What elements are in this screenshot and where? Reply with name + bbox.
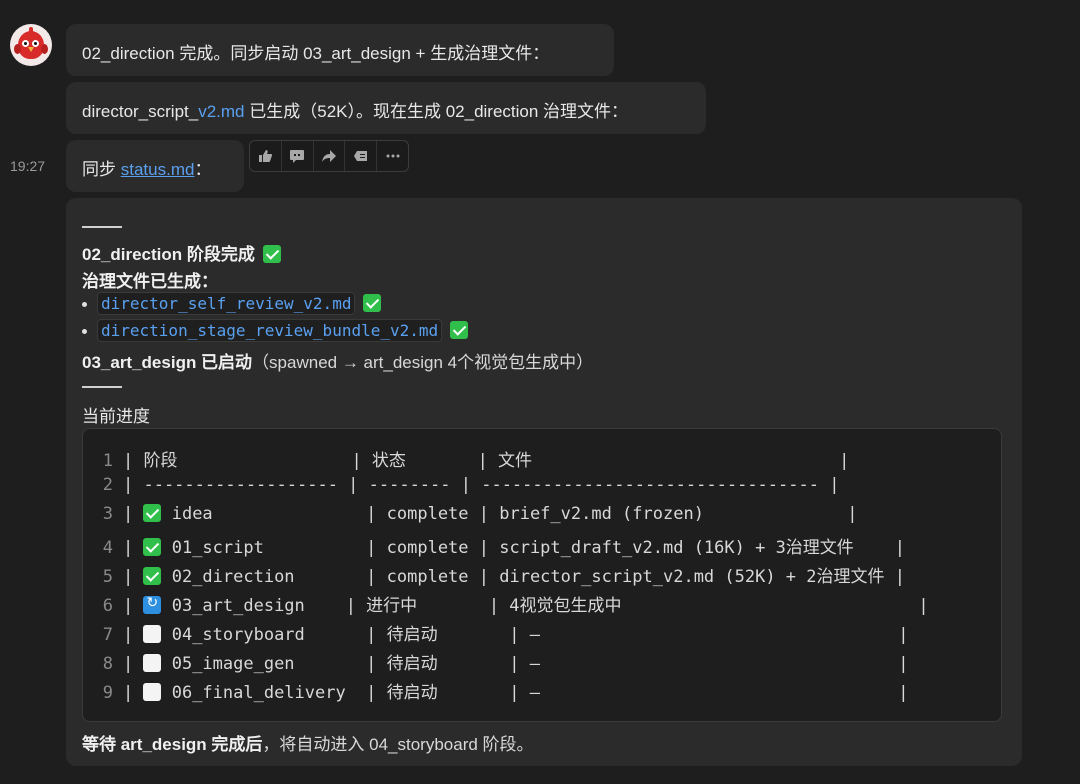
more-button[interactable] bbox=[377, 141, 408, 171]
art-design-status: 03_art_design 已启动 bbox=[82, 353, 253, 372]
line-number: 3 bbox=[102, 504, 113, 524]
code-line: 3 | idea | complete | brief_v2.md (frozen… bbox=[83, 504, 857, 533]
file-code-link[interactable]: direction_stage_review_bundle_v2.md bbox=[97, 319, 443, 342]
line-number: 6 bbox=[102, 596, 113, 616]
complete-check-icon bbox=[143, 567, 162, 585]
progress-label: 当前进度 bbox=[82, 407, 150, 426]
bot-avatar[interactable] bbox=[10, 24, 52, 66]
file-code-link[interactable]: director_self_review_v2.md bbox=[97, 292, 356, 315]
message-text: ： bbox=[194, 160, 212, 179]
message-text: 已生成（52K）。现在生成 02_direction 治理文件： bbox=[244, 102, 629, 121]
line-number: 9 bbox=[102, 683, 113, 703]
message-action-bar bbox=[249, 140, 409, 172]
stage-title: 02_direction 阶段完成 bbox=[82, 245, 255, 264]
code-text: 06_final_delivery | 待启动 | — | bbox=[161, 683, 909, 703]
message-bubble-2: director_script_v2.md 已生成（52K）。现在生成 02_d… bbox=[66, 82, 706, 134]
file-link[interactable]: v2.md bbox=[198, 102, 244, 121]
check-icon bbox=[262, 245, 281, 263]
empty-checkbox-icon bbox=[143, 625, 162, 643]
line-number: 8 bbox=[102, 654, 113, 674]
code-line: 6| 03_art_design | 进行中 | 4视觉包生成中 | bbox=[83, 591, 929, 620]
footer-line: 等待 art_design 完成后，将自动进入 04_storyboard 阶段… bbox=[82, 730, 534, 755]
thumbs-up-icon bbox=[259, 150, 273, 162]
code-text: 03_art_design | 进行中 | 4视觉包生成中 | bbox=[161, 596, 929, 616]
code-text: 04_storyboard | 待启动 | — | bbox=[161, 625, 909, 645]
art-design-detail: （spawned → art_design 4个视觉包生成中） bbox=[252, 353, 594, 372]
bullet bbox=[82, 329, 87, 335]
in-progress-icon bbox=[143, 595, 162, 614]
line-number: 1 bbox=[102, 451, 113, 471]
footer-text: ，将自动进入 04_storyboard 阶段。 bbox=[262, 735, 534, 754]
check-icon bbox=[363, 294, 382, 312]
share-icon bbox=[321, 150, 336, 162]
list-item: direction_stage_review_bundle_v2.md bbox=[82, 319, 469, 342]
like-button[interactable] bbox=[250, 141, 282, 171]
code-text: | 阶段 | 状态 | 文件 | bbox=[123, 451, 850, 471]
code-text: 01_script | complete | script_draft_v2.m… bbox=[161, 538, 905, 558]
complete-check-icon bbox=[143, 504, 162, 522]
governance-label-line: 治理文件已生成： bbox=[82, 267, 218, 292]
horizontal-rule bbox=[82, 386, 122, 388]
message-text: director_script_ bbox=[82, 102, 199, 121]
comment-icon bbox=[290, 150, 305, 163]
code-line: 8 | 05_image_gen | 待启动 | — | bbox=[83, 649, 908, 678]
code-text: 05_image_gen | 待启动 | — | bbox=[161, 654, 909, 674]
message-text: 02_direction 完成。同步启动 03_art_design + 生成治… bbox=[82, 44, 550, 63]
line-number: 5 bbox=[102, 567, 113, 587]
code-text: | ------------------- | -------- | -----… bbox=[123, 475, 840, 495]
empty-checkbox-icon bbox=[143, 683, 162, 701]
stage-complete-line: 02_direction 阶段完成 bbox=[82, 240, 281, 265]
line-number: 2 bbox=[102, 475, 113, 495]
code-line: 1 | 阶段 | 状态 | 文件 | bbox=[83, 446, 850, 475]
red-bird-icon bbox=[14, 27, 48, 59]
comment-button[interactable] bbox=[282, 141, 314, 171]
status-file-link[interactable]: status.md bbox=[121, 160, 195, 179]
more-icon bbox=[386, 154, 400, 158]
progress-table-codeblock: 1 | 阶段 | 状态 | 文件 | 2 | -------------------… bbox=[82, 428, 1002, 722]
governance-label: 治理文件已生成： bbox=[82, 272, 218, 291]
code-line: 5 | 02_direction | complete | director_sc… bbox=[83, 562, 905, 591]
message-text: 同步 bbox=[82, 160, 121, 179]
bullet bbox=[82, 302, 87, 308]
horizontal-rule bbox=[82, 226, 122, 228]
code-text: 02_direction | complete | director_scrip… bbox=[161, 567, 905, 587]
code-line: 2 | ------------------- | -------- | ----… bbox=[83, 475, 840, 504]
art-design-line: 03_art_design 已启动（spawned → art_design 4… bbox=[82, 348, 593, 373]
empty-checkbox-icon bbox=[143, 654, 162, 672]
list-item: director_self_review_v2.md bbox=[82, 292, 382, 315]
message-timestamp: 19:27 bbox=[10, 158, 46, 174]
complete-check-icon bbox=[143, 538, 162, 556]
line-number: 7 bbox=[102, 625, 113, 645]
code-text: idea | complete | brief_v2.md (frozen) | bbox=[161, 504, 858, 524]
forward-button[interactable] bbox=[314, 141, 346, 171]
check-icon bbox=[450, 321, 469, 339]
mark-button[interactable] bbox=[345, 141, 378, 171]
code-line: 4 | 01_script | complete | script_draft_v… bbox=[83, 533, 905, 562]
mark-unread-icon bbox=[353, 151, 367, 161]
message-bubble-1: 02_direction 完成。同步启动 03_art_design + 生成治… bbox=[66, 24, 614, 76]
footer-bold: 等待 art_design 完成后 bbox=[82, 735, 263, 754]
line-number: 4 bbox=[102, 538, 113, 558]
status-message-card: 02_direction 阶段完成 治理文件已生成： director_self… bbox=[66, 198, 1022, 766]
code-line: 7 | 04_storyboard | 待启动 | — | bbox=[83, 620, 908, 649]
message-bubble-3: 同步 status.md： bbox=[66, 140, 244, 192]
code-line: 9 | 06_final_delivery | 待启动 | — | bbox=[83, 678, 908, 707]
